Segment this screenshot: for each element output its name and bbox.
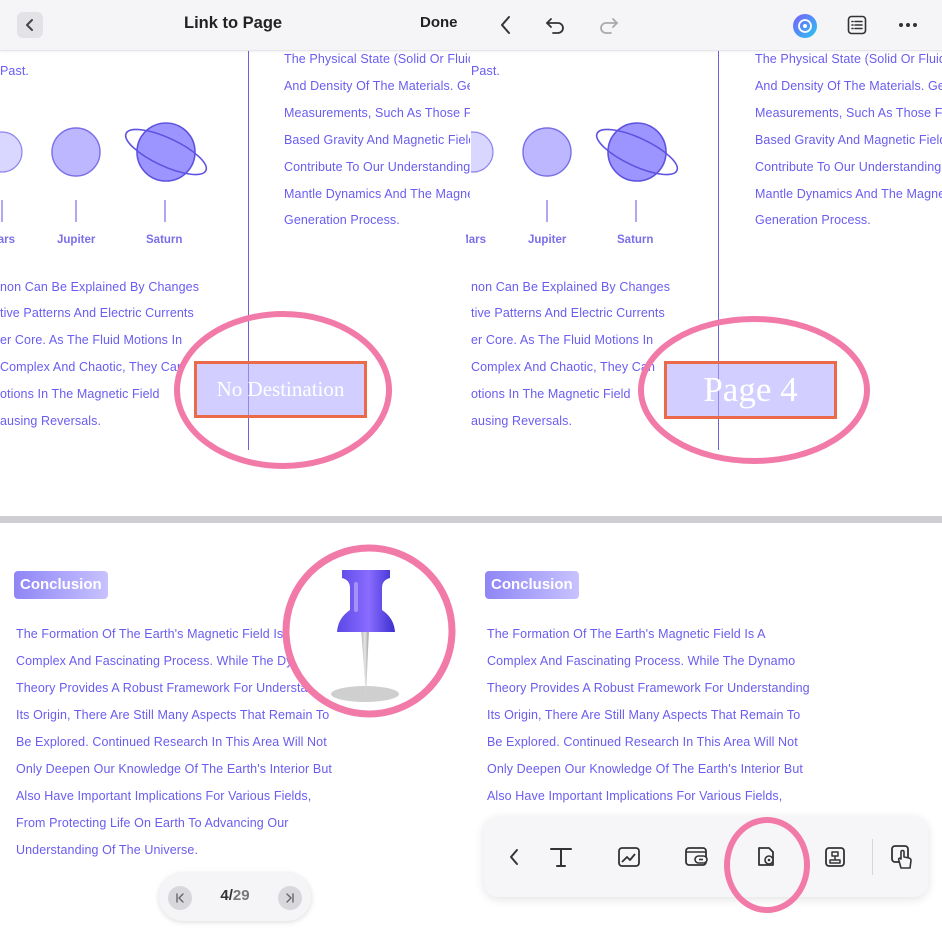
text-line: Only Deepen Our Knowledge Of The Earth's… — [487, 762, 803, 776]
page-separator — [0, 516, 942, 523]
text-line: er Core. As The Fluid Motions In — [0, 333, 183, 347]
link-tool-icon — [685, 847, 708, 866]
chevron-left-icon — [501, 16, 510, 34]
text-line: Be Explored. Continued Research In This … — [487, 735, 798, 749]
chevron-left-icon — [510, 849, 518, 865]
previous-button[interactable] — [494, 13, 518, 37]
top-toolbar: Link to Page Done — [0, 0, 942, 51]
highlight-ring — [174, 311, 392, 469]
text-line: tive Patterns And Electric Currents — [0, 306, 194, 320]
toolbar-collapse-button[interactable] — [498, 841, 530, 873]
text-line: And Density Of The Materials. Ge — [755, 79, 942, 93]
undo-button[interactable] — [543, 13, 569, 37]
text-line: Mantle Dynamics And The Magne — [755, 187, 942, 201]
annotation-toolbar — [484, 817, 928, 897]
planet-label: Saturn — [146, 234, 183, 246]
text-line: non Can Be Explained By Changes — [0, 280, 200, 294]
planet-illustration — [471, 122, 679, 222]
text-line: And Density Of The Materials. Ge — [284, 79, 470, 93]
text-line: Based Gravity And Magnetic Field — [755, 133, 942, 147]
text-line: er Core. As The Fluid Motions In — [471, 333, 654, 347]
text-line: From Protecting Life On Earth To Advanci… — [16, 816, 289, 830]
section-heading: Conclusion — [485, 571, 579, 599]
text-line: The Formation Of The Earth's Magnetic Fi… — [487, 627, 766, 641]
text-line: The Formation Of The Earth's Magnetic Fi… — [16, 627, 295, 641]
text-line: Complex And Fascinating Process. While T… — [487, 654, 796, 668]
link-tool-button[interactable] — [681, 841, 713, 873]
text-line: otions In The Magnetic Field — [471, 387, 631, 401]
text-line: Understanding Of The Universe. — [16, 843, 199, 857]
ai-assistant-icon — [793, 14, 817, 38]
text-line: Only Deepen Our Knowledge Of The Earth's… — [16, 762, 332, 776]
page-title: Link to Page — [184, 14, 283, 32]
planet-illustration — [0, 122, 208, 222]
total-pages: 29 — [232, 887, 250, 904]
text-line: Contribute To Our Understanding — [755, 160, 942, 174]
hand-pointer-icon — [891, 845, 912, 869]
back-button[interactable] — [17, 12, 43, 38]
push-pin-icon — [282, 544, 456, 718]
last-page-icon — [286, 893, 294, 903]
text-line: non Can Be Explained By Changes — [471, 280, 671, 294]
text-line: Also Have Important Implications For Var… — [16, 789, 312, 803]
more-button[interactable] — [896, 13, 920, 37]
text-line: Measurements, Such As Those F — [755, 106, 942, 120]
planet-label: Saturn — [617, 234, 654, 246]
stamp-tool-icon — [825, 847, 845, 867]
text-line: Measurements, Such As Those F — [284, 106, 470, 120]
undo-icon — [546, 18, 564, 34]
planet-label: Jupiter — [528, 234, 567, 246]
text-line: Be Explored. Continued Research In This … — [16, 735, 327, 749]
highlight-ring — [724, 817, 810, 913]
text-line: ausing Reversals. — [0, 414, 102, 428]
text-line: The Physical State (Solid Or Fluid — [284, 52, 470, 66]
text-line: Contribute To Our Understanding — [284, 160, 470, 174]
text-tool-icon — [550, 848, 572, 867]
stamp-tool-button[interactable] — [819, 841, 851, 873]
text-line: Generation Process. — [284, 213, 400, 227]
text-line: Mantle Dynamics And The Magne — [284, 187, 470, 201]
current-page: 4 — [220, 887, 229, 904]
highlight-ring — [638, 316, 870, 464]
more-dots-icon — [899, 23, 917, 27]
text-line: Complex And Chaotic, They Can — [471, 360, 656, 374]
redo-icon — [600, 18, 618, 34]
list-icon — [847, 15, 867, 35]
section-heading: Conclusion — [14, 571, 108, 599]
planet-label: Mars — [466, 234, 486, 246]
redo-button[interactable] — [595, 13, 621, 37]
done-button[interactable]: Done — [420, 14, 458, 31]
text-fragment: Past. — [0, 64, 29, 78]
text-line: Its Origin, There Are Still Many Aspects… — [487, 708, 801, 722]
text-line: Complex And Chaotic, They Can — [0, 360, 185, 374]
page-navigator: 4/29 — [159, 873, 311, 921]
text-line: Based Gravity And Magnetic Field — [284, 133, 470, 147]
planet-label: Jupiter — [57, 234, 96, 246]
text-line: The Physical State (Solid Or Fluid — [755, 52, 942, 66]
planet-label: Mars — [0, 234, 15, 246]
last-page-button[interactable] — [278, 886, 302, 910]
image-tool-button[interactable] — [613, 841, 645, 873]
select-tool-button[interactable] — [886, 841, 918, 873]
image-tool-icon — [618, 847, 640, 867]
outline-button[interactable] — [845, 13, 869, 37]
toolbar-divider — [872, 839, 873, 875]
ai-assistant-button[interactable] — [791, 12, 819, 40]
text-line: Generation Process. — [755, 213, 871, 227]
text-line: ausing Reversals. — [471, 414, 573, 428]
chevron-left-icon — [26, 19, 33, 31]
text-line: Also Have Important Implications For Var… — [487, 789, 783, 803]
text-line: Theory Provides A Robust Framework For U… — [487, 681, 810, 695]
text-fragment: Past. — [471, 64, 500, 78]
text-tool-button[interactable] — [545, 841, 577, 873]
text-line: otions In The Magnetic Field — [0, 387, 160, 401]
